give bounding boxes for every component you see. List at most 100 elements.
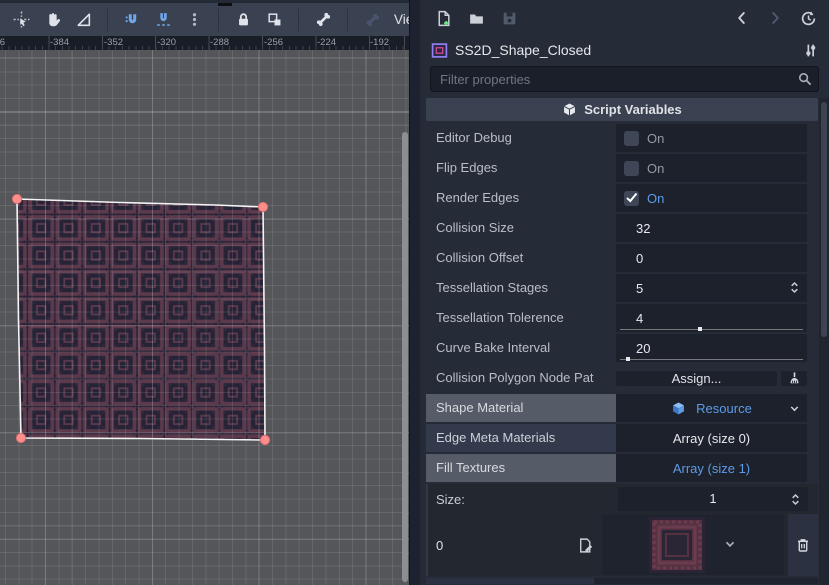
- array-size-field[interactable]: 1: [618, 487, 808, 511]
- shape-outline[interactable]: [17, 199, 265, 440]
- number-field[interactable]: 32: [616, 221, 650, 236]
- texture-dropdown-chevron-icon[interactable]: [723, 537, 737, 554]
- slider-track[interactable]: [620, 329, 803, 330]
- inspector-tools-icon[interactable]: [801, 41, 819, 59]
- trash-icon: [795, 537, 811, 553]
- clear-nodepath-button[interactable]: [781, 371, 807, 386]
- ruler-label: -384: [50, 37, 69, 48]
- property-value[interactable]: Resource: [616, 394, 807, 422]
- property-label: Edge Meta Materials: [426, 424, 616, 452]
- history-forward-button[interactable]: [766, 9, 784, 27]
- ruler-tool-button[interactable]: [74, 11, 92, 29]
- grid-snap-button[interactable]: [154, 11, 172, 29]
- canvas-toolbar: View: [0, 0, 409, 36]
- vertex-handle[interactable]: [258, 202, 267, 211]
- vertex-handle[interactable]: [16, 433, 25, 442]
- slider-grabber[interactable]: [626, 357, 630, 361]
- number-field[interactable]: 20: [616, 341, 650, 356]
- checkbox-label[interactable]: On: [647, 161, 664, 176]
- section-script-variables[interactable]: Script Variables: [426, 98, 818, 121]
- lock-button[interactable]: [234, 11, 252, 29]
- skeleton-options-button[interactable]: [363, 11, 381, 29]
- filter-properties-input[interactable]: [430, 66, 819, 92]
- edit-resource-icon[interactable]: [576, 536, 594, 554]
- inspector-scrollbar[interactable]: [819, 98, 829, 585]
- array-value[interactable]: Array (size 0): [616, 431, 807, 446]
- property-value: 20: [616, 334, 807, 362]
- object-history-icon[interactable]: [799, 9, 817, 27]
- edited-object-name: SS2D_Shape_Closed: [455, 42, 794, 58]
- property-row-tessellation-stages: Tessellation Stages 5: [426, 274, 807, 302]
- array-item-index: 0: [428, 514, 576, 576]
- ruler-label: -192: [370, 37, 389, 48]
- toolbar-separator: [298, 9, 299, 31]
- property-row-edge-meta-materials: Edge Meta Materials Array (size 0): [426, 424, 807, 452]
- ruler-label: -352: [104, 37, 123, 48]
- filter-properties-row: [430, 66, 819, 92]
- property-label: Render Edges: [426, 184, 616, 212]
- vertex-handles: [12, 194, 269, 444]
- texture-slot: [602, 515, 784, 575]
- delete-item-button[interactable]: [788, 514, 818, 576]
- section-title: Script Variables: [584, 102, 682, 117]
- ruler-label: -416: [0, 37, 5, 48]
- inspector-scrollbar-thumb[interactable]: [821, 102, 827, 337]
- number-field[interactable]: 5: [616, 281, 643, 296]
- load-resource-button[interactable]: [467, 9, 485, 27]
- ruler-label: -288: [210, 37, 229, 48]
- property-row-shape-material: Shape Material Resource: [426, 394, 807, 422]
- texture-preview[interactable]: [649, 517, 705, 573]
- ruler-label: -320: [157, 37, 176, 48]
- property-value: Assign...: [616, 364, 807, 392]
- edited-object-row: SS2D_Shape_Closed: [420, 36, 829, 64]
- checkbox-unchecked[interactable]: [624, 161, 639, 176]
- property-row-flip-edges: Flip Edges On: [426, 154, 807, 182]
- pan-tool-button[interactable]: [43, 11, 61, 29]
- property-value[interactable]: Array (size 0): [616, 424, 807, 452]
- slider-grabber[interactable]: [698, 327, 702, 331]
- property-value: On: [616, 154, 807, 182]
- checkbox-unchecked[interactable]: [624, 131, 639, 146]
- number-field[interactable]: 0: [616, 251, 643, 266]
- new-resource-button[interactable]: [434, 9, 452, 27]
- chevron-down-icon[interactable]: [788, 402, 801, 418]
- property-value: 32: [616, 214, 807, 242]
- pivot-tool-button[interactable]: [12, 11, 30, 29]
- array-size-value: 1: [709, 491, 716, 506]
- array-editor: Size: 1 0: [426, 484, 818, 576]
- viewport-vertical-scrollbar[interactable]: [402, 132, 408, 582]
- vertex-handle[interactable]: [260, 435, 269, 444]
- toolbar-separator: [347, 9, 348, 31]
- property-row-fill-textures: Fill Textures Array (size 1): [426, 454, 807, 482]
- checkbox-label[interactable]: On: [647, 131, 664, 146]
- array-value[interactable]: Array (size 1): [616, 461, 807, 476]
- search-icon: [797, 71, 813, 90]
- smart-snap-button[interactable]: [123, 11, 141, 29]
- canvas-2d[interactable]: [0, 50, 409, 585]
- skeleton-button[interactable]: [314, 11, 332, 29]
- number-field[interactable]: 4: [616, 311, 643, 326]
- checkbox-checked[interactable]: [624, 191, 639, 206]
- property-value: On: [616, 124, 807, 152]
- material-cube-icon: [671, 401, 686, 416]
- slider-track[interactable]: [620, 359, 803, 360]
- property-value[interactable]: Array (size 1): [616, 454, 807, 482]
- checkbox-label[interactable]: On: [647, 191, 664, 206]
- property-row-editor-debug: Editor Debug On: [426, 124, 807, 152]
- assign-nodepath-button[interactable]: Assign...: [616, 371, 777, 386]
- spinbox-updown-icon[interactable]: [788, 491, 803, 515]
- group-button[interactable]: [265, 11, 283, 29]
- vertex-handle[interactable]: [12, 194, 21, 203]
- ruler-label: -224: [317, 37, 336, 48]
- shape-edit-overlay: [0, 50, 409, 585]
- resource-link[interactable]: Resource: [696, 401, 752, 416]
- array-item-content: [576, 514, 788, 576]
- panel-splitter[interactable]: [409, 0, 420, 585]
- property-label: Tessellation Tolerence: [426, 304, 616, 332]
- snap-options-menu-button[interactable]: [185, 11, 203, 29]
- array-item-row: 0: [428, 514, 818, 576]
- save-resource-button[interactable]: [500, 9, 518, 27]
- spinbox-updown-icon[interactable]: [787, 280, 802, 298]
- godot-editor: View -416 -384 -352 -320 -288 -256 -224 …: [0, 0, 829, 585]
- history-back-button[interactable]: [733, 9, 751, 27]
